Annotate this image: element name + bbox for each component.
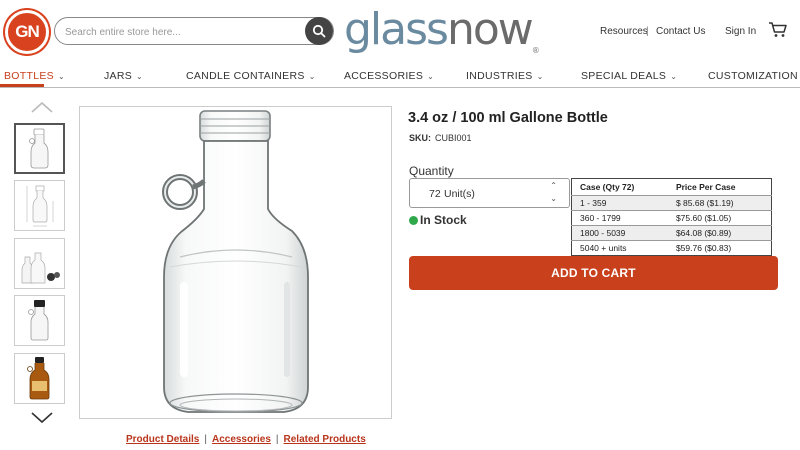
sku-label: SKU: xyxy=(409,133,431,143)
quantity-stepper[interactable]: 72 Unit(s) ⌃ ⌄ xyxy=(409,178,570,208)
brand-logo[interactable]: glassnow® xyxy=(344,4,540,55)
product-thumbnail[interactable] xyxy=(14,295,65,346)
bottle-syrup-thumbnail-image xyxy=(27,357,50,400)
table-cell: 1800 - 5039 xyxy=(571,225,668,241)
chevron-up-icon[interactable]: ⌃ xyxy=(550,181,557,190)
nav-item-special-deals[interactable]: SPECIAL DEALS ⌄ xyxy=(581,70,677,82)
quantity-unit: Unit(s) xyxy=(444,188,475,200)
table-cell: $ 85.68 ($1.19) xyxy=(667,195,772,211)
nav-item-industries[interactable]: INDUSTRIES ⌄ xyxy=(466,70,544,82)
product-thumbnail[interactable] xyxy=(14,353,65,404)
cart-icon xyxy=(769,22,787,37)
stock-status-text: In Stock xyxy=(420,213,467,227)
nav-item-accessories[interactable]: ACCESSORIES ⌄ xyxy=(344,70,434,82)
search-bar xyxy=(54,17,334,45)
nav-item-label: CUSTOMIZATION xyxy=(708,70,798,82)
brand-registered-mark: ® xyxy=(531,46,540,55)
gn-logo[interactable]: GN xyxy=(5,10,49,54)
bottle-dimensions-thumbnail-image xyxy=(26,185,54,227)
bottle-group-thumbnail-image xyxy=(21,252,60,284)
cart-button[interactable] xyxy=(768,21,788,44)
product-sku: SKU: CUBI001 xyxy=(409,133,472,143)
link-separator: | xyxy=(275,434,279,445)
table-cell: $75.60 ($1.05) xyxy=(667,210,772,226)
table-cell: 5040 + units xyxy=(571,240,668,256)
table-row: 1 - 359 $ 85.68 ($1.19) xyxy=(571,195,772,211)
chevron-up-icon xyxy=(31,101,53,113)
nav-item-label: SPECIAL DEALS xyxy=(581,70,667,82)
chevron-down-icon: ⌄ xyxy=(536,72,544,81)
contact-us-link[interactable]: Contact Us xyxy=(656,26,705,37)
add-to-cart-button[interactable]: ADD TO CART xyxy=(409,256,778,290)
table-cell: $59.76 ($0.83) xyxy=(667,240,772,256)
table-cell: $64.08 ($0.89) xyxy=(667,225,772,241)
product-title: 3.4 oz / 100 ml Gallone Bottle xyxy=(408,110,608,126)
search-button[interactable] xyxy=(305,17,333,45)
thumbs-up-button[interactable] xyxy=(30,100,54,114)
brand-logo-part2: now xyxy=(446,4,534,55)
nav-item-label: ACCESSORIES xyxy=(344,70,424,82)
chevron-down-icon: ⌄ xyxy=(136,72,144,81)
nav-item-bottles[interactable]: BOTTLES ⌄ xyxy=(4,70,65,82)
table-header-row: Case (Qty 72) Price Per Case xyxy=(572,179,772,196)
product-thumbnail[interactable] xyxy=(14,238,65,289)
related-products-link[interactable]: Related Products xyxy=(284,434,366,445)
product-tab-links: Product Details | Accessories | Related Prod… xyxy=(126,434,366,445)
brand-logo-part1: glass xyxy=(344,4,449,55)
chevron-down-icon[interactable]: ⌄ xyxy=(550,194,557,203)
chevron-down-icon xyxy=(31,412,53,424)
in-stock-dot-icon xyxy=(409,216,418,225)
nav-active-underline xyxy=(0,84,44,87)
search-input[interactable] xyxy=(65,23,305,41)
main-nav: BOTTLES ⌄ JARS ⌄ CANDLE CONTAINERS ⌄ ACCESS… xyxy=(0,64,800,88)
nav-item-label: JARS xyxy=(104,70,133,82)
table-row: 5040 + units $59.76 ($0.83) xyxy=(571,240,772,256)
nav-item-candle-containers[interactable]: CANDLE CONTAINERS ⌄ xyxy=(186,70,316,82)
thumbs-down-button[interactable] xyxy=(30,411,54,425)
main-product-image[interactable] xyxy=(79,106,392,419)
sku-value: CUBI001 xyxy=(435,133,472,143)
table-row: 360 - 1799 $75.60 ($1.05) xyxy=(571,210,772,226)
product-thumbnail[interactable] xyxy=(14,123,65,174)
nav-item-label: INDUSTRIES xyxy=(466,70,533,82)
site-header: GN glassnow® Resources | Contact Us Sign… xyxy=(0,0,800,64)
stock-status: In Stock xyxy=(409,213,467,227)
chevron-down-icon: ⌄ xyxy=(427,72,435,81)
quantity-label: Quantity xyxy=(409,164,454,178)
table-cell: 360 - 1799 xyxy=(571,210,668,226)
resources-link[interactable]: Resources xyxy=(600,26,648,37)
chevron-down-icon: ⌄ xyxy=(308,72,316,81)
table-row: 1800 - 5039 $64.08 ($0.89) xyxy=(571,225,772,241)
nav-item-label: BOTTLES xyxy=(4,70,54,82)
bottle-thumbnail-image xyxy=(29,128,49,169)
bottle-capped-thumbnail-image xyxy=(28,300,49,341)
nav-item-customization[interactable]: CUSTOMIZATION⌄ xyxy=(708,70,800,82)
chevron-down-icon: ⌄ xyxy=(57,72,65,81)
search-icon xyxy=(312,24,326,38)
nav-item-jars[interactable]: JARS ⌄ xyxy=(104,70,143,82)
price-tier-table: Case (Qty 72) Price Per Case 1 - 359 $ 8… xyxy=(571,178,772,256)
sign-in-link[interactable]: Sign In xyxy=(725,26,756,37)
nav-item-label: CANDLE CONTAINERS xyxy=(186,70,305,82)
chevron-down-icon: ⌄ xyxy=(670,72,678,81)
accessories-link[interactable]: Accessories xyxy=(212,434,271,445)
column-header: Price Per Case xyxy=(675,182,736,192)
column-header: Case (Qty 72) xyxy=(580,182,635,192)
product-thumbnail[interactable] xyxy=(14,180,65,231)
gallone-bottle-image xyxy=(162,110,309,413)
link-separator: | xyxy=(204,434,207,445)
product-details-link[interactable]: Product Details xyxy=(126,434,199,445)
table-cell: 1 - 359 xyxy=(571,195,668,211)
header-link-separator: | xyxy=(646,26,649,37)
quantity-value[interactable]: 72 xyxy=(429,188,441,200)
